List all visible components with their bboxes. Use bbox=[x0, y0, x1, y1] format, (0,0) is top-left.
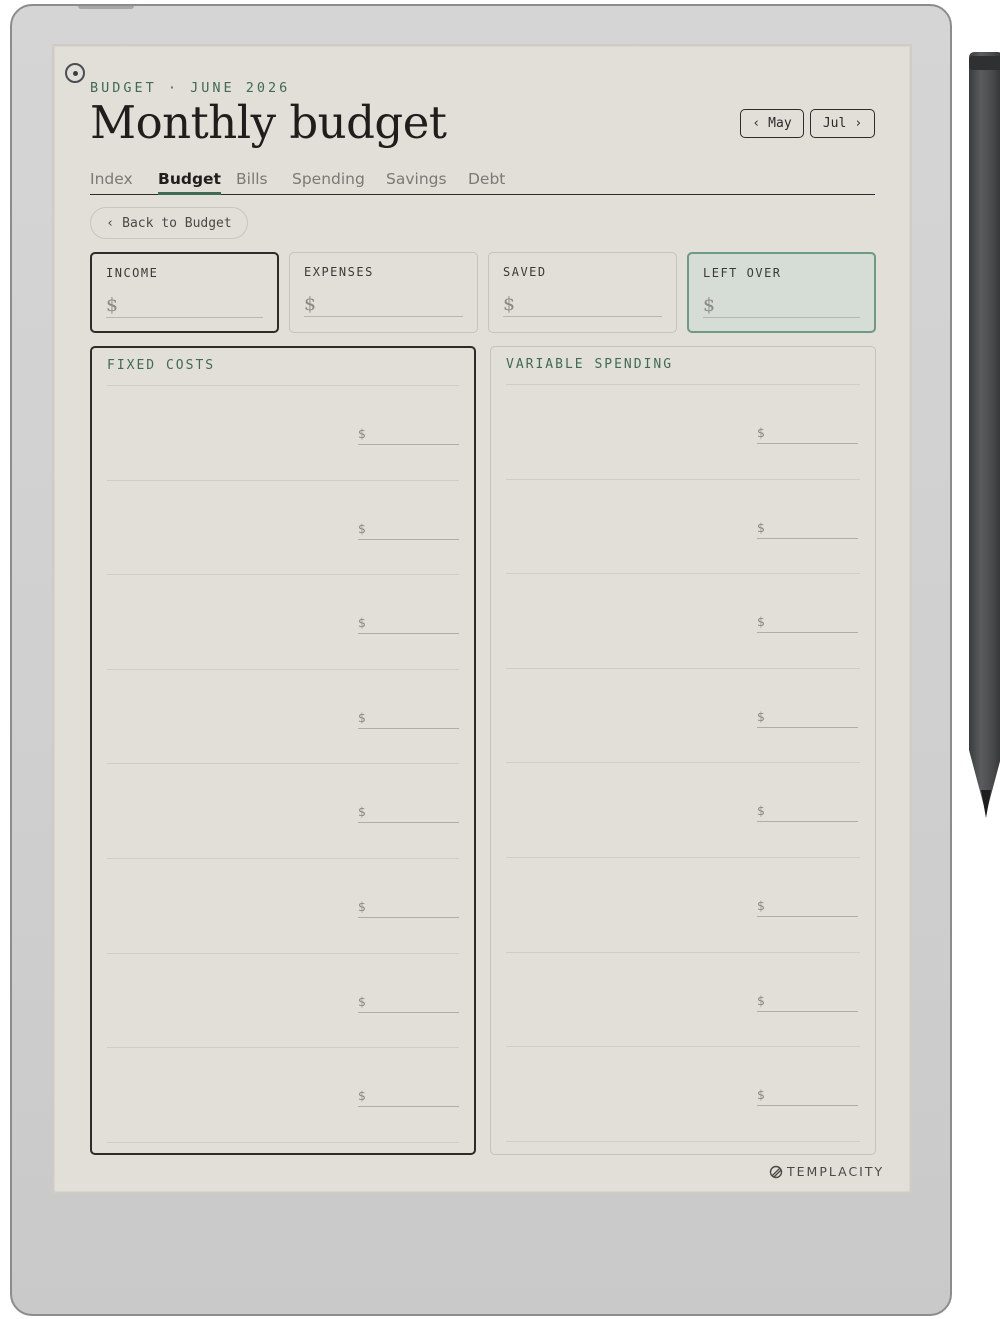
tablet-device: BUDGET · JUNE 2026 Monthly budget ‹ May … bbox=[10, 4, 1000, 1316]
row-divider bbox=[506, 479, 860, 480]
expenses-label: EXPENSES bbox=[304, 265, 374, 279]
previous-month-label: May bbox=[768, 116, 792, 131]
row-currency-symbol: $ bbox=[757, 898, 765, 913]
row-currency-symbol: $ bbox=[358, 521, 366, 536]
next-month-label: Jul bbox=[822, 116, 847, 131]
row-divider bbox=[506, 762, 860, 763]
row-currency-symbol: $ bbox=[358, 804, 366, 819]
amount-entry-line[interactable] bbox=[358, 539, 459, 540]
income-entry-line[interactable] bbox=[106, 317, 263, 318]
row-currency-symbol: $ bbox=[358, 899, 366, 914]
row-currency-symbol: $ bbox=[358, 615, 366, 630]
next-month-button[interactable]: Jul › bbox=[810, 109, 875, 138]
row-currency-symbol: $ bbox=[757, 520, 765, 535]
amount-entry-line[interactable] bbox=[757, 1011, 858, 1012]
income-label: INCOME bbox=[106, 266, 159, 280]
back-to-budget-button[interactable]: ‹ Back to Budget bbox=[90, 207, 248, 239]
previous-month-button[interactable]: ‹ May bbox=[740, 109, 804, 138]
row-divider bbox=[107, 574, 459, 575]
expenses-entry-line[interactable] bbox=[304, 316, 463, 317]
row-currency-symbol: $ bbox=[757, 1087, 765, 1102]
left-over-entry-line[interactable] bbox=[703, 317, 860, 318]
row-divider bbox=[107, 763, 459, 764]
amount-entry-line[interactable] bbox=[757, 632, 858, 633]
row-divider bbox=[506, 573, 860, 574]
chevron-right-icon: › bbox=[854, 116, 863, 131]
expenses-card[interactable]: EXPENSES $ bbox=[289, 252, 478, 333]
row-divider bbox=[107, 385, 459, 386]
power-button[interactable] bbox=[78, 6, 134, 9]
amount-entry-line[interactable] bbox=[757, 727, 858, 728]
amount-entry-line[interactable] bbox=[757, 916, 858, 917]
amount-entry-line[interactable] bbox=[358, 633, 459, 634]
e-ink-screen: BUDGET · JUNE 2026 Monthly budget ‹ May … bbox=[52, 44, 912, 1194]
amount-entry-line[interactable] bbox=[757, 1105, 858, 1106]
row-currency-symbol: $ bbox=[757, 709, 765, 724]
tab-spending[interactable]: Spending bbox=[292, 168, 365, 190]
amount-entry-line[interactable] bbox=[757, 538, 858, 539]
row-divider bbox=[506, 857, 860, 858]
row-divider bbox=[107, 1142, 459, 1143]
row-divider bbox=[506, 1046, 860, 1047]
amount-entry-line[interactable] bbox=[757, 443, 858, 444]
currency-symbol: $ bbox=[503, 293, 516, 315]
row-divider bbox=[506, 952, 860, 953]
tab-savings[interactable]: Savings bbox=[386, 168, 447, 190]
row-divider bbox=[506, 1141, 860, 1142]
row-currency-symbol: $ bbox=[358, 1088, 366, 1103]
income-card[interactable]: INCOME $ bbox=[90, 252, 279, 333]
brand-name: TEMPLACITY bbox=[787, 1164, 885, 1179]
row-currency-symbol: $ bbox=[757, 614, 765, 629]
fixed-costs-title: FIXED COSTS bbox=[107, 358, 216, 373]
row-divider bbox=[506, 384, 860, 385]
amount-entry-line[interactable] bbox=[358, 1012, 459, 1013]
row-currency-symbol: $ bbox=[358, 994, 366, 1009]
variable-spending-panel: VARIABLE SPENDING $ $ $ $ $ $ $ $ bbox=[490, 346, 876, 1155]
saved-entry-line[interactable] bbox=[503, 316, 662, 317]
row-divider bbox=[107, 953, 459, 954]
stylus-pen bbox=[969, 52, 1000, 818]
row-currency-symbol: $ bbox=[358, 426, 366, 441]
fixed-costs-panel: FIXED COSTS $ $ $ $ $ $ $ $ bbox=[90, 346, 476, 1155]
amount-entry-line[interactable] bbox=[757, 821, 858, 822]
tab-bills[interactable]: Bills bbox=[236, 168, 268, 190]
left-over-label: LEFT OVER bbox=[703, 266, 782, 280]
row-divider bbox=[107, 480, 459, 481]
currency-symbol: $ bbox=[304, 293, 317, 315]
templacity-logo-icon bbox=[769, 1165, 783, 1178]
amount-entry-line[interactable] bbox=[358, 728, 459, 729]
currency-symbol: $ bbox=[703, 294, 716, 316]
row-divider bbox=[107, 858, 459, 859]
page-eyebrow: BUDGET · JUNE 2026 bbox=[90, 80, 291, 96]
brand-mark: TEMPLACITY bbox=[769, 1164, 884, 1179]
row-divider bbox=[107, 1047, 459, 1048]
chevron-left-icon: ‹ bbox=[106, 215, 115, 231]
section-tabs: Index Budget Bills Spending Savings Debt bbox=[90, 168, 875, 195]
row-currency-symbol: $ bbox=[757, 803, 765, 818]
amount-entry-line[interactable] bbox=[358, 917, 459, 918]
back-button-label: Back to Budget bbox=[122, 215, 232, 231]
saved-label: SAVED bbox=[503, 265, 547, 279]
row-currency-symbol: $ bbox=[757, 993, 765, 1008]
amount-entry-line[interactable] bbox=[358, 444, 459, 445]
tab-budget[interactable]: Budget bbox=[158, 168, 221, 195]
chevron-left-icon: ‹ bbox=[752, 116, 761, 131]
amount-entry-line[interactable] bbox=[358, 1106, 459, 1107]
tab-index[interactable]: Index bbox=[90, 168, 133, 190]
status-ring-icon bbox=[65, 63, 85, 83]
row-currency-symbol: $ bbox=[358, 710, 366, 725]
tab-debt[interactable]: Debt bbox=[468, 168, 505, 190]
saved-card[interactable]: SAVED $ bbox=[488, 252, 677, 333]
variable-spending-title: VARIABLE SPENDING bbox=[506, 357, 674, 372]
amount-entry-line[interactable] bbox=[358, 822, 459, 823]
row-divider bbox=[107, 669, 459, 670]
row-currency-symbol: $ bbox=[757, 425, 765, 440]
page-title: Monthly budget bbox=[90, 96, 447, 149]
left-over-card[interactable]: LEFT OVER $ bbox=[687, 252, 876, 333]
currency-symbol: $ bbox=[106, 294, 119, 316]
row-divider bbox=[506, 668, 860, 669]
